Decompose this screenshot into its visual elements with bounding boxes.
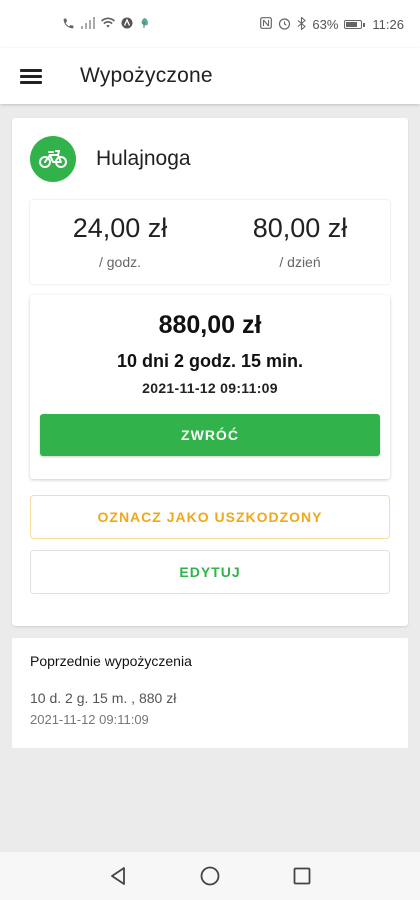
rental-duration: 10 dni 2 godz. 15 min. bbox=[116, 351, 304, 371]
signal-icon bbox=[81, 17, 95, 31]
history-item-summary[interactable]: 10 d. 2 g. 15 m. , 880 zł bbox=[30, 690, 176, 706]
system-nav-bar bbox=[0, 852, 420, 900]
hourly-rate: 24,00 zł / godz. bbox=[30, 200, 210, 284]
leaf-notification-icon bbox=[139, 17, 150, 31]
bluetooth-icon bbox=[297, 15, 307, 32]
alarm-icon bbox=[278, 17, 291, 32]
vehicle-name: Hulajnoga bbox=[96, 147, 191, 170]
battery-percent: 63% bbox=[312, 16, 339, 32]
status-bar-left bbox=[62, 17, 150, 32]
status-bar-right: 63% 11:26 bbox=[260, 15, 404, 32]
history-title: Poprzednie wypożyczenia bbox=[30, 653, 192, 669]
rates-box: 24,00 zł / godz. 80,00 zł / dzień bbox=[30, 200, 390, 284]
app-notification-icon bbox=[121, 17, 133, 31]
daily-rate-unit: / dzień bbox=[279, 254, 321, 270]
page-title: Wypożyczone bbox=[80, 64, 213, 87]
vehicle-header: Hulajnoga bbox=[30, 136, 191, 182]
phone-call-icon bbox=[62, 17, 75, 32]
nfc-icon bbox=[260, 17, 273, 31]
app-bar: Wypożyczone bbox=[0, 48, 420, 104]
edit-button[interactable]: EDYTUJ bbox=[30, 550, 390, 594]
clock: 11:26 bbox=[372, 16, 404, 32]
rental-summary: 880,00 zł 10 dni 2 godz. 15 min. 2021-11… bbox=[30, 295, 390, 479]
history-item-date: 2021-11-12 09:11:09 bbox=[30, 712, 149, 727]
battery-icon bbox=[344, 19, 366, 29]
status-bar: 63% 11:26 bbox=[0, 0, 420, 48]
return-button[interactable]: ZWRÓĆ bbox=[40, 414, 380, 456]
rental-start-timestamp: 2021-11-12 09:11:09 bbox=[142, 380, 278, 396]
home-icon[interactable] bbox=[198, 864, 222, 888]
menu-icon[interactable] bbox=[20, 67, 44, 85]
bicycle-icon bbox=[30, 136, 76, 182]
hourly-rate-unit: / godz. bbox=[98, 254, 142, 270]
back-icon[interactable] bbox=[106, 864, 130, 888]
total-amount: 880,00 zł bbox=[158, 311, 262, 339]
mark-damaged-button[interactable]: OZNACZ JAKO USZKODZONY bbox=[30, 495, 390, 539]
daily-rate: 80,00 zł / dzień bbox=[210, 200, 390, 284]
history-card: Poprzednie wypożyczenia 10 d. 2 g. 15 m.… bbox=[12, 638, 408, 748]
wifi-icon bbox=[101, 17, 115, 31]
hourly-rate-value: 24,00 zł bbox=[72, 213, 168, 243]
rental-card: Hulajnoga 24,00 zł / godz. 80,00 zł / dz… bbox=[12, 118, 408, 626]
daily-rate-value: 80,00 zł bbox=[252, 213, 348, 243]
recents-icon[interactable] bbox=[290, 864, 314, 888]
